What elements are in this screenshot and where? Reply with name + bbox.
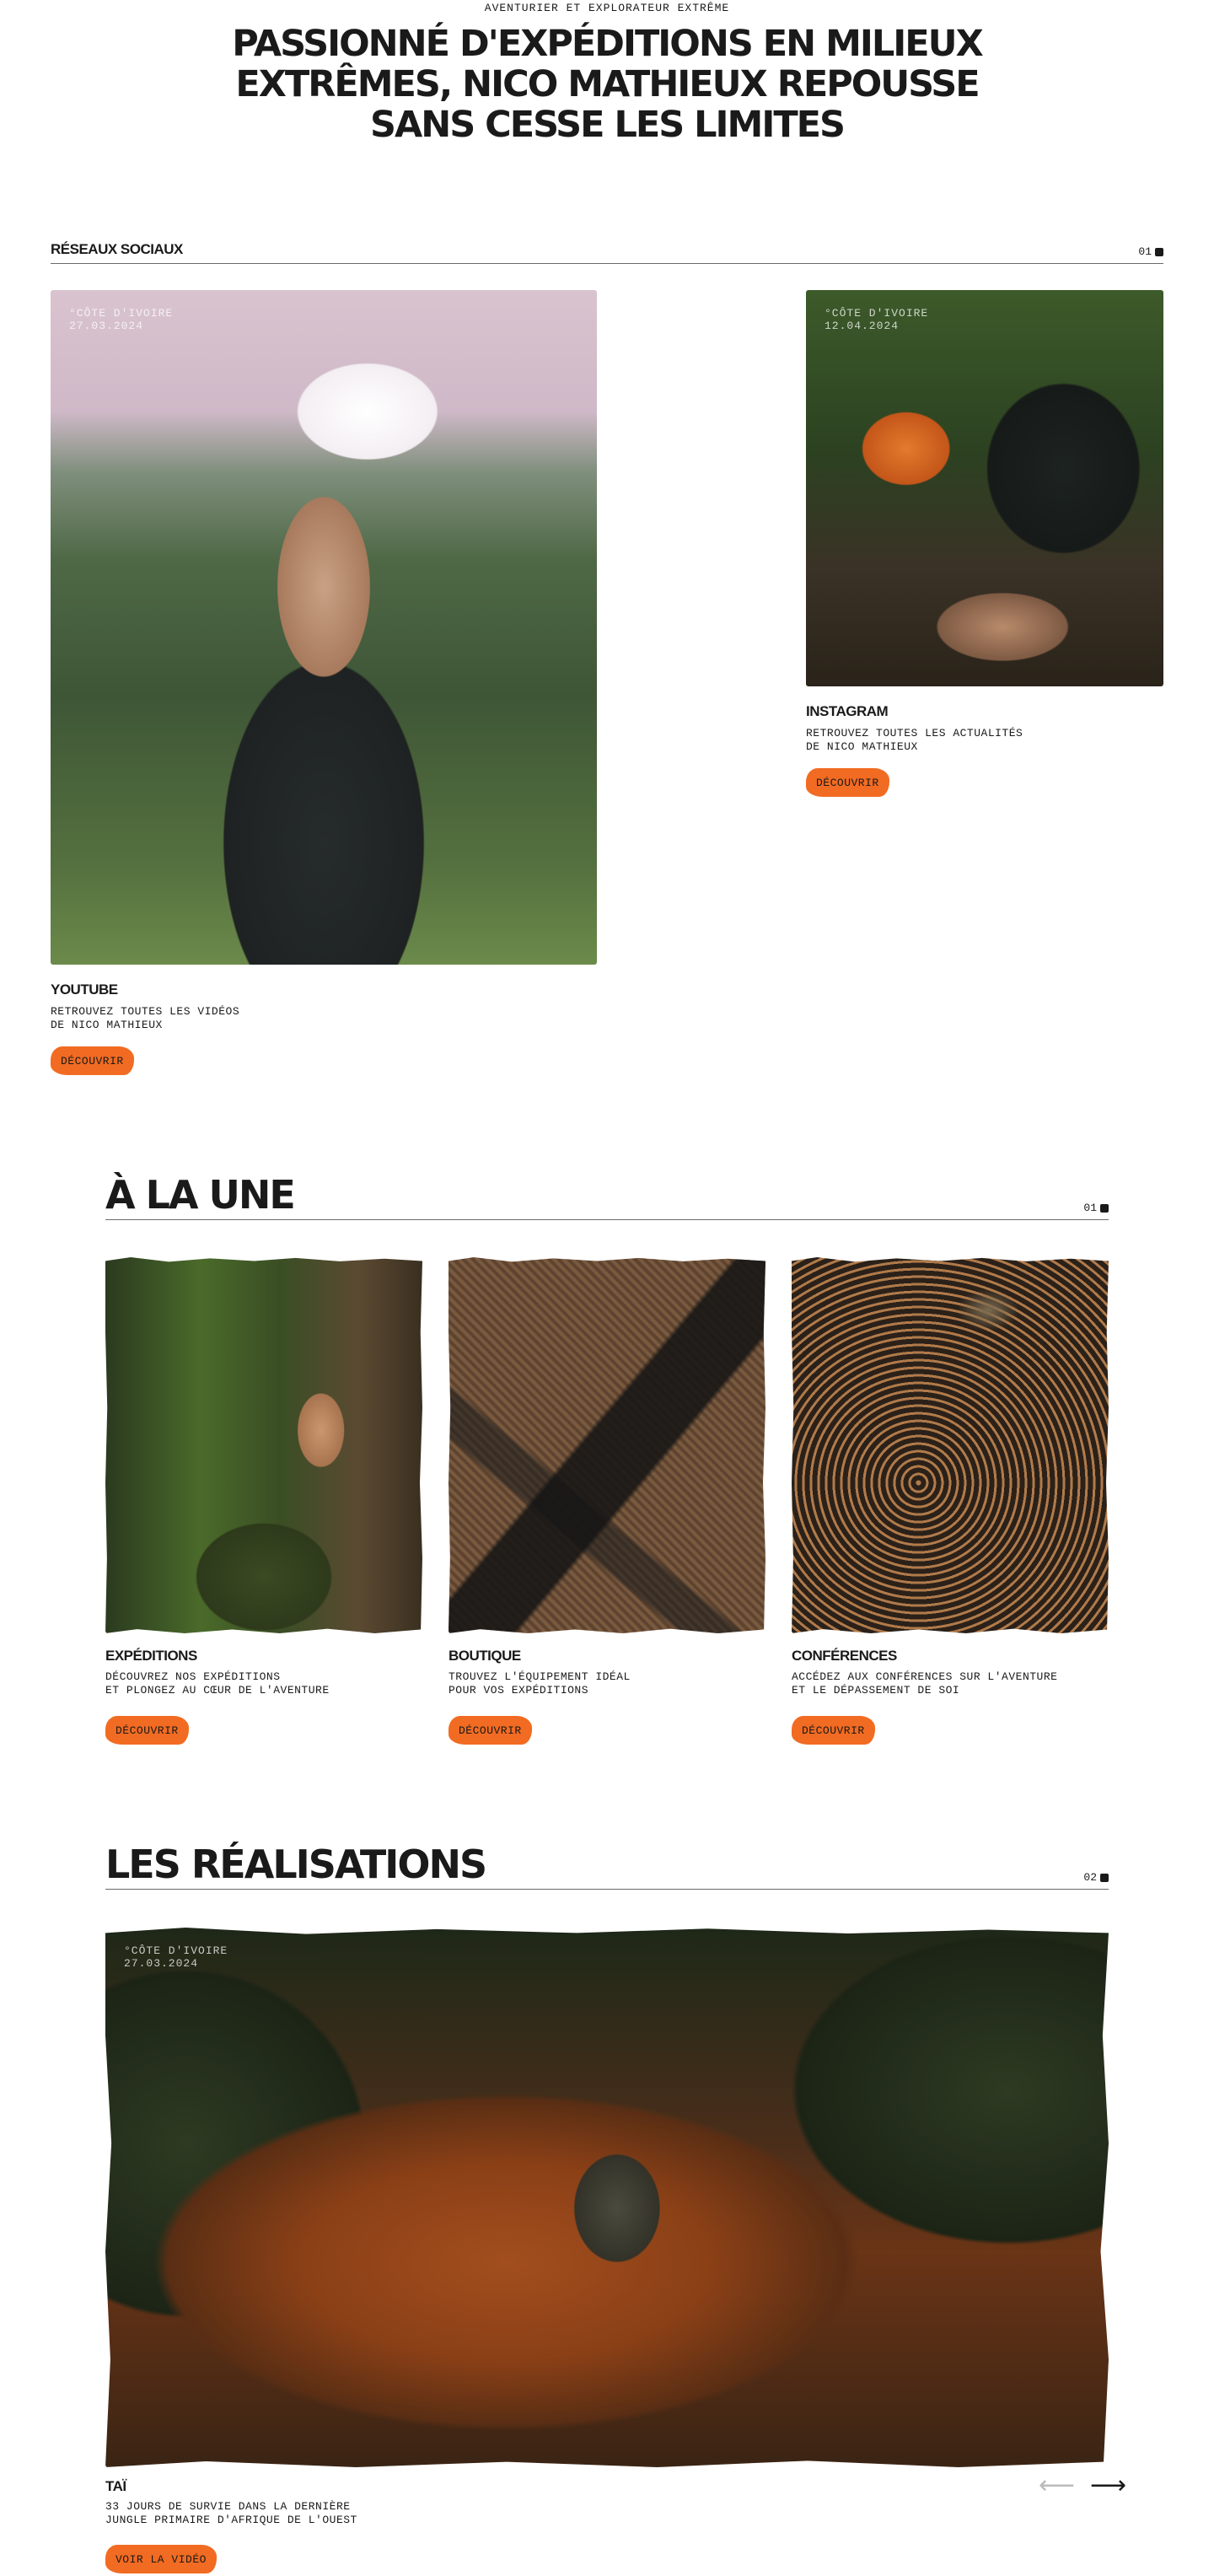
square-icon [1100, 1203, 1109, 1213]
conferences-discover-button[interactable]: DÉCOUVRIR [792, 1716, 875, 1745]
works-section-number: 02 [1083, 1871, 1109, 1884]
instagram-photo-meta: °CÔTE D'IVOIRE 12.04.2024 [825, 307, 928, 332]
youtube-photo[interactable]: °CÔTE D'IVOIRE 27.03.2024 [51, 290, 597, 965]
featured-section-number: 01 [1083, 1202, 1109, 1214]
shop-discover-button[interactable]: DÉCOUVRIR [449, 1716, 532, 1745]
conferences-photo[interactable] [792, 1257, 1109, 1633]
carousel-controls: ⟵ ⟶ [1039, 2473, 1126, 2498]
arrow-right-icon[interactable]: ⟶ [1090, 2473, 1126, 2498]
square-icon [1100, 1873, 1109, 1882]
tai-meta-date: 27.03.2024 [124, 1957, 199, 1970]
works-number-text: 02 [1083, 1871, 1097, 1884]
shop-desc-line1: TROUVEZ L'ÉQUIPEMENT IDÉAL [449, 1670, 631, 1683]
social-heading: RÉSEAUX SOCIAUX [51, 241, 183, 257]
instagram-discover-button[interactable]: DÉCOUVRIR [806, 768, 889, 797]
works-heading: LES RÉALISATIONS [105, 1842, 487, 1887]
watch-video-button[interactable]: VOIR LA VIDÉO [105, 2545, 217, 2573]
conferences-title: CONFÉRENCES [792, 1648, 897, 1664]
expeditions-desc-line2: ET PLONGEZ AU CŒUR DE L'AVENTURE [105, 1684, 330, 1697]
hero-eyebrow: AVENTURIER ET EXPLORATEUR EXTRÊME [484, 2, 730, 14]
tai-video-photo[interactable]: °CÔTE D'IVOIRE 27.03.2024 [105, 1928, 1109, 2467]
tai-photo-meta: °CÔTE D'IVOIRE 27.03.2024 [124, 1944, 228, 1970]
social-number-text: 01 [1138, 245, 1152, 258]
social-section-number: 01 [1138, 245, 1163, 258]
tai-title: TAÏ [105, 2478, 126, 2494]
tai-desc-line1: 33 JOURS DE SURVIE DANS LA DERNIÈRE [105, 2500, 351, 2513]
youtube-meta-date: 27.03.2024 [69, 320, 144, 332]
social-section-header: RÉSEAUX SOCIAUX 01 [51, 241, 1163, 264]
tai-desc-line2: JUNGLE PRIMAIRE D'AFRIQUE DE L'OUEST [105, 2514, 357, 2526]
shop-title: BOUTIQUE [449, 1648, 521, 1664]
tai-description: 33 JOURS DE SURVIE DANS LA DERNIÈRE JUNG… [105, 2500, 357, 2527]
youtube-meta-place: °CÔTE D'IVOIRE [69, 307, 174, 320]
youtube-title: YOUTUBE [51, 981, 118, 998]
expeditions-desc-line1: DÉCOUVREZ NOS EXPÉDITIONS [105, 1670, 281, 1683]
instagram-desc-line2: DE NICO MATHIEUX [806, 740, 918, 753]
featured-number-text: 01 [1083, 1202, 1097, 1214]
instagram-title: INSTAGRAM [806, 703, 889, 719]
expeditions-description: DÉCOUVREZ NOS EXPÉDITIONS ET PLONGEZ AU … [105, 1670, 330, 1697]
shop-desc-line2: POUR VOS EXPÉDITIONS [449, 1684, 589, 1697]
youtube-desc-line1: RETROUVEZ TOUTES LES VIDÉOS [51, 1005, 240, 1018]
shop-description: TROUVEZ L'ÉQUIPEMENT IDÉAL POUR VOS EXPÉ… [449, 1670, 631, 1697]
expeditions-photo[interactable] [105, 1257, 422, 1633]
conferences-desc-line2: ET LE DÉPASSEMENT DE SOI [792, 1684, 960, 1697]
instagram-description: RETROUVEZ TOUTES LES ACTUALITÉS DE NICO … [806, 727, 1023, 754]
expeditions-title: EXPÉDITIONS [105, 1648, 197, 1664]
shop-photo[interactable] [449, 1257, 765, 1633]
featured-section-header: À LA UNE 01 [105, 1175, 1109, 1220]
youtube-discover-button[interactable]: DÉCOUVRIR [51, 1046, 134, 1075]
instagram-desc-line1: RETROUVEZ TOUTES LES ACTUALITÉS [806, 727, 1023, 739]
youtube-description: RETROUVEZ TOUTES LES VIDÉOS DE NICO MATH… [51, 1005, 239, 1032]
conferences-desc-line1: ACCÉDEZ AUX CONFÉRENCES SUR L'AVENTURE [792, 1670, 1058, 1683]
tai-meta-place: °CÔTE D'IVOIRE [124, 1944, 228, 1957]
hero-title: PASSIONNÉ D'EXPÉDITIONS EN MILIEUX EXTRÊ… [232, 23, 983, 146]
expeditions-discover-button[interactable]: DÉCOUVRIR [105, 1716, 189, 1745]
youtube-photo-meta: °CÔTE D'IVOIRE 27.03.2024 [69, 307, 173, 332]
instagram-meta-place: °CÔTE D'IVOIRE [825, 307, 929, 320]
youtube-desc-line2: DE NICO MATHIEUX [51, 1019, 163, 1031]
works-section-header: LES RÉALISATIONS 02 [105, 1845, 1109, 1890]
instagram-photo[interactable]: °CÔTE D'IVOIRE 12.04.2024 [806, 290, 1163, 686]
conferences-description: ACCÉDEZ AUX CONFÉRENCES SUR L'AVENTURE E… [792, 1670, 1057, 1697]
arrow-left-icon[interactable]: ⟵ [1039, 2473, 1075, 2498]
square-icon [1155, 247, 1163, 256]
featured-heading: À LA UNE [105, 1172, 296, 1218]
instagram-meta-date: 12.04.2024 [825, 320, 900, 332]
